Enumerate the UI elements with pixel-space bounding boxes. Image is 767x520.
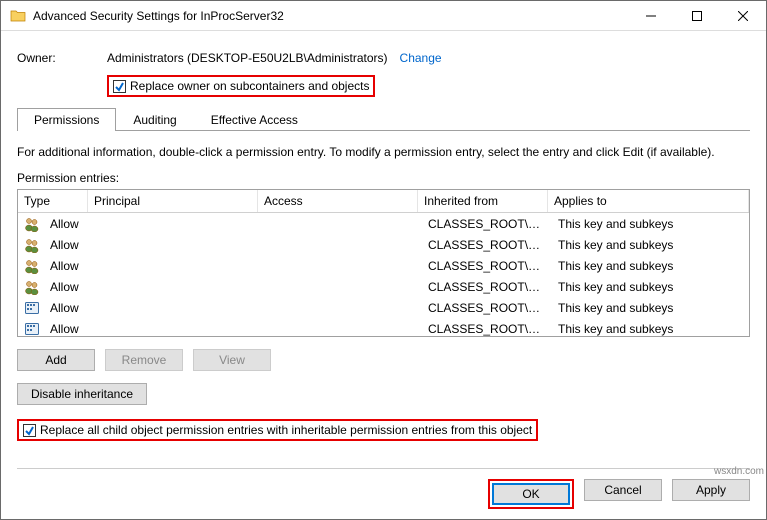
owner-row: Owner: Administrators (DESKTOP-E50U2LB\A… [17,51,750,65]
cell-type: Allow [44,259,92,273]
grid-header: Type Principal Access Inherited from App… [18,190,749,213]
cancel-button[interactable]: Cancel [584,479,662,501]
view-button-label: View [219,353,245,367]
window-title: Advanced Security Settings for InProcSer… [33,9,628,23]
replace-child-highlight: Replace all child object permission entr… [17,419,538,441]
remove-button-label: Remove [122,353,167,367]
users-icon [24,237,40,253]
replace-owner-checkbox[interactable] [113,80,126,93]
add-button-label: Add [45,353,66,367]
replace-owner-row: Replace owner on subcontainers and objec… [107,75,750,97]
cell-applies: This key and subkeys [552,238,749,252]
cell-inherited: CLASSES_ROOT\CLSID... [422,280,552,294]
cancel-button-label: Cancel [604,483,641,497]
table-row[interactable]: Allow CLASSES_ROOT\CLSID...This key and s… [18,234,749,255]
view-button: View [193,349,271,371]
replace-child-label: Replace all child object permission entr… [40,423,532,437]
key-icon [24,321,40,337]
tab-effective-access[interactable]: Effective Access [194,108,315,131]
tabs: Permissions Auditing Effective Access [17,107,750,131]
tab-auditing-label: Auditing [133,113,176,127]
cell-applies: This key and subkeys [552,301,749,315]
cell-applies: This key and subkeys [552,322,749,336]
users-icon [24,258,40,274]
tab-effective-label: Effective Access [211,113,298,127]
owner-label: Owner: [17,51,107,65]
replace-owner-label: Replace owner on subcontainers and objec… [130,79,369,93]
folder-icon [9,7,27,25]
cell-inherited: CLASSES_ROOT\CLSID... [422,301,552,315]
cell-inherited: CLASSES_ROOT\CLSID... [422,217,552,231]
col-inherited[interactable]: Inherited from [418,190,548,212]
tab-permissions-label: Permissions [34,113,99,127]
ok-highlight: OK [488,479,574,509]
col-principal[interactable]: Principal [88,190,258,212]
disable-inheritance-label: Disable inheritance [31,387,133,401]
users-icon [24,279,40,295]
maximize-button[interactable] [674,1,720,31]
col-access[interactable]: Access [258,190,418,212]
entries-label: Permission entries: [17,171,750,185]
window: Advanced Security Settings for InProcSer… [0,0,767,520]
cell-inherited: CLASSES_ROOT\CLSID... [422,322,552,336]
titlebar: Advanced Security Settings for InProcSer… [1,1,766,31]
cell-applies: This key and subkeys [552,280,749,294]
apply-button[interactable]: Apply [672,479,750,501]
remove-button: Remove [105,349,183,371]
table-row[interactable]: Allow CLASSES_ROOT\CLSID...This key and s… [18,255,749,276]
replace-owner-highlight: Replace owner on subcontainers and objec… [107,75,375,97]
apply-button-label: Apply [696,483,726,497]
disable-inheritance-row: Disable inheritance [17,383,750,405]
tab-permissions[interactable]: Permissions [17,108,116,131]
minimize-button[interactable] [628,1,674,31]
table-row[interactable]: Allow CLASSES_ROOT\CLSID...This key and s… [18,213,749,234]
cell-type: Allow [44,217,92,231]
cell-type: Allow [44,322,92,336]
change-owner-link[interactable]: Change [400,51,442,65]
permission-grid: Type Principal Access Inherited from App… [17,189,750,337]
col-applies[interactable]: Applies to [548,190,749,212]
ok-button-label: OK [522,487,539,501]
cell-type: Allow [44,238,92,252]
grid-body: AllowCLASSES_ROOT\CLSID...This key and s… [18,213,749,336]
cell-applies: This key and subkeys [552,259,749,273]
table-row[interactable]: Allow CLASSES_ROOT\CLSID...This key and s… [18,318,749,336]
cell-applies: This key and subkeys [552,217,749,231]
table-row[interactable]: Allow CLASSES_ROOT\CLSID...This key and s… [18,297,749,318]
col-type[interactable]: Type [18,190,88,212]
client-area: Owner: Administrators (DESKTOP-E50U2LB\A… [1,31,766,519]
table-row[interactable]: Allow CLASSES_ROOT\CLSID...This key and s… [18,276,749,297]
cell-type: Allow [44,301,92,315]
cell-type: Allow [44,280,92,294]
close-button[interactable] [720,1,766,31]
ok-button[interactable]: OK [492,483,570,505]
add-button[interactable]: Add [17,349,95,371]
watermark: wsxdn.com [714,466,764,477]
info-text: For additional information, double-click… [17,145,750,159]
footer: OK Cancel Apply [17,468,750,509]
entry-buttons: Add Remove View [17,349,750,371]
replace-child-row: Replace all child object permission entr… [17,419,750,441]
disable-inheritance-button[interactable]: Disable inheritance [17,383,147,405]
tab-auditing[interactable]: Auditing [116,108,193,131]
key-icon [24,300,40,316]
users-icon [24,216,40,232]
cell-inherited: CLASSES_ROOT\CLSID... [422,238,552,252]
owner-value: Administrators (DESKTOP-E50U2LB\Administ… [107,51,388,65]
cell-inherited: CLASSES_ROOT\CLSID... [422,259,552,273]
replace-child-checkbox[interactable] [23,424,36,437]
